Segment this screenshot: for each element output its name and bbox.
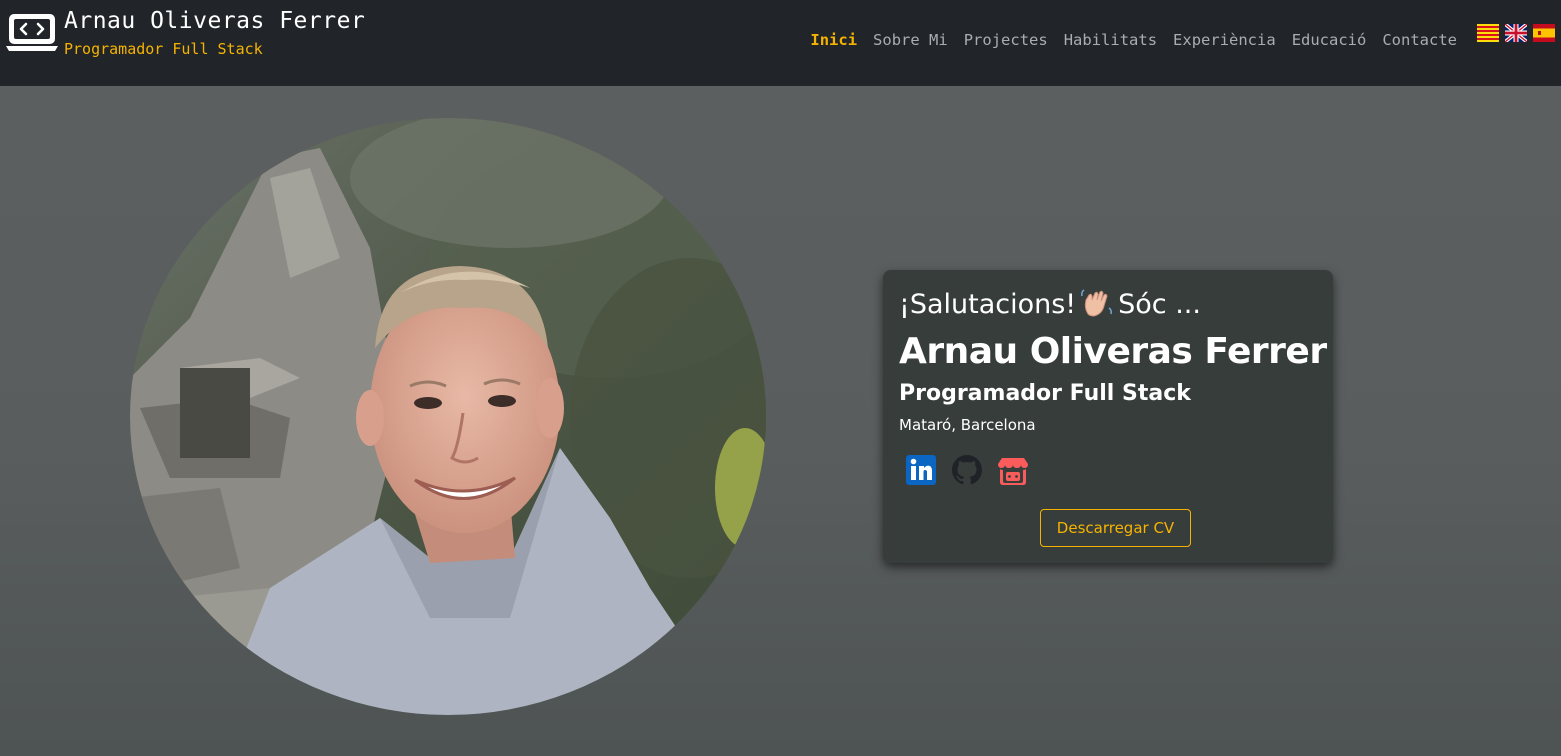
- waving-hand-icon: [1081, 289, 1113, 317]
- linkedin-icon[interactable]: [905, 454, 937, 486]
- hero-location: Mataró, Barcelona: [899, 416, 1036, 434]
- greeting: ¡Salutacions! Sóc ...: [899, 288, 1201, 322]
- social-links: [905, 454, 1029, 486]
- hero-name: Arnau Oliveras Ferrer: [899, 331, 1327, 372]
- nav-link-sobre-mi[interactable]: Sobre Mi: [865, 30, 956, 50]
- brand-name: Arnau Oliveras Ferrer: [64, 8, 366, 34]
- hero-role: Programador Full Stack: [899, 381, 1191, 406]
- uk-flag-icon[interactable]: [1505, 24, 1527, 42]
- download-cv-button[interactable]: Descarregar CV: [1040, 509, 1191, 547]
- nav-link-educacio[interactable]: Educació: [1284, 30, 1375, 50]
- navbar: Arnau Oliveras Ferrer Programador Full S…: [0, 0, 1561, 86]
- nav-link-projectes[interactable]: Projectes: [956, 30, 1056, 50]
- brand[interactable]: Arnau Oliveras Ferrer Programador Full S…: [6, 8, 365, 60]
- intro-card: ¡Salutacions! Sóc ... Arnau Oliveras Fer…: [883, 270, 1333, 563]
- nav-link-contacte[interactable]: Contacte: [1374, 30, 1465, 50]
- catalan-flag-icon[interactable]: [1477, 24, 1499, 42]
- profile-photo: [130, 118, 766, 715]
- github-icon[interactable]: [951, 454, 983, 486]
- brand-role: Programador Full Stack: [64, 40, 263, 58]
- nav-link-habilitats[interactable]: Habilitats: [1056, 30, 1165, 50]
- nav-menu: Inici Sobre Mi Projectes Habilitats Expe…: [802, 30, 1465, 50]
- laptop-code-icon: [6, 14, 58, 51]
- itchio-icon[interactable]: [997, 454, 1029, 486]
- language-switcher: [1477, 24, 1555, 42]
- nav-link-experiencia[interactable]: Experiència: [1165, 30, 1284, 50]
- spain-flag-icon[interactable]: [1533, 24, 1555, 42]
- greeting-suffix: Sóc ...: [1118, 289, 1201, 320]
- nav-link-inici[interactable]: Inici: [802, 30, 865, 50]
- greeting-prefix: ¡Salutacions!: [899, 289, 1077, 320]
